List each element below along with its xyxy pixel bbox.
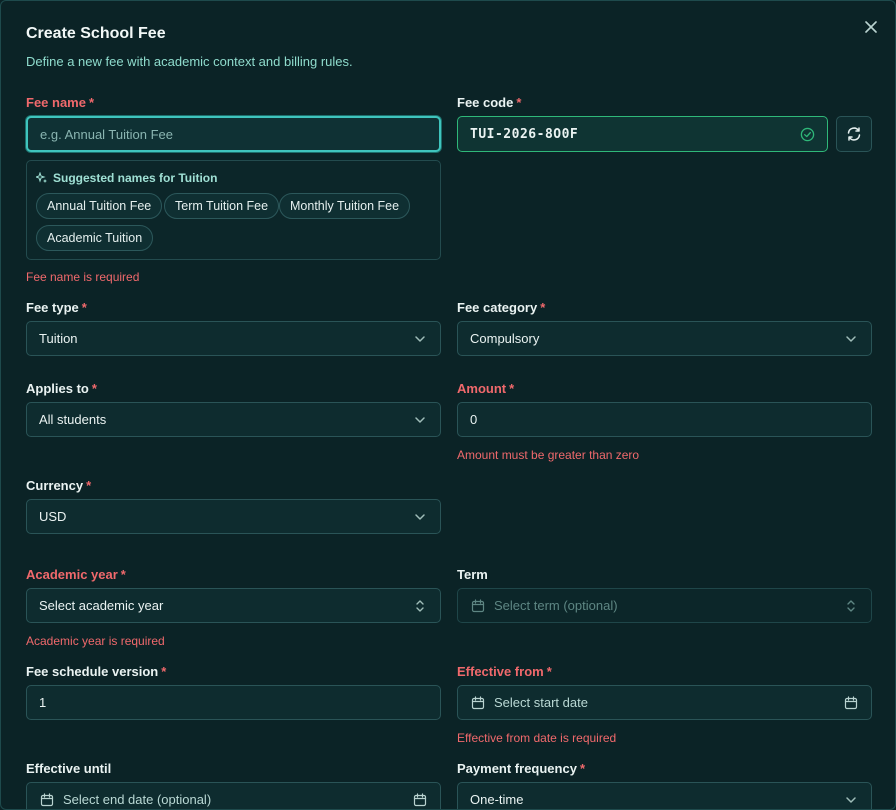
fee-category-select[interactable]: Compulsory (457, 321, 872, 356)
academic-year-label: Academic year * (26, 567, 126, 582)
fee-code-label: Fee code * (457, 95, 522, 110)
suggestion-chip[interactable]: Academic Tuition (36, 225, 154, 251)
chevron-down-icon (412, 509, 428, 525)
applies-to-select[interactable]: All students (26, 402, 441, 437)
fee-name-error: Fee name is required (26, 270, 140, 284)
effective-until-datepicker[interactable]: Select end date (optional) (26, 782, 441, 809)
currency-select[interactable]: USD (26, 499, 441, 534)
amount-label: Amount * (457, 381, 515, 396)
calendar-icon (843, 695, 859, 711)
calendar-icon (470, 695, 486, 711)
sparkles-icon (36, 172, 48, 184)
close-button[interactable] (859, 15, 883, 39)
chevron-down-icon (843, 792, 859, 808)
effective-until-label: Effective until (26, 761, 112, 776)
fee-name-input[interactable]: e.g. Annual Tuition Fee (26, 116, 441, 152)
chevron-down-icon (843, 331, 859, 347)
payment-frequency-label: Payment frequency * (457, 761, 585, 776)
suggestion-chip[interactable]: Annual Tuition Fee (36, 193, 163, 219)
effective-from-error: Effective from date is required (457, 731, 617, 745)
academic-year-select[interactable]: Select academic year (26, 588, 441, 623)
dialog-subtitle: Define a new fee with academic context a… (26, 54, 353, 69)
create-fee-dialog: Create School Fee Define a new fee with … (0, 0, 896, 810)
academic-year-error: Academic year is required (26, 634, 165, 648)
fee-category-label: Fee category * (457, 300, 546, 315)
suggestions-heading: Suggested names for Tuition (36, 171, 217, 185)
applies-to-label: Applies to * (26, 381, 97, 396)
suggestion-chip[interactable]: Monthly Tuition Fee (279, 193, 411, 219)
fee-type-label: Fee type * (26, 300, 87, 315)
effective-from-datepicker[interactable]: Select start date (457, 685, 872, 720)
amount-input[interactable]: 0 (457, 402, 872, 437)
payment-frequency-select[interactable]: One-time (457, 782, 872, 809)
fee-type-select[interactable]: Tuition (26, 321, 441, 356)
term-select[interactable]: Select term (optional) (457, 588, 872, 623)
refresh-icon (847, 127, 861, 141)
calendar-icon (39, 792, 55, 808)
suggestion-chip[interactable]: Term Tuition Fee (164, 193, 280, 219)
regenerate-code-button[interactable] (836, 116, 872, 152)
check-circle-icon (799, 126, 815, 142)
name-suggestions-panel: Suggested names for Tuition Annual Tuiti… (26, 160, 441, 260)
chevrons-up-down-icon (412, 598, 428, 614)
dialog-title: Create School Fee (26, 25, 166, 42)
chevron-down-icon (412, 331, 428, 347)
schedule-version-input[interactable]: 1 (26, 685, 441, 720)
chevron-down-icon (412, 412, 428, 428)
calendar-icon (412, 792, 428, 808)
close-icon (865, 21, 877, 33)
currency-label: Currency * (26, 478, 92, 493)
fee-name-label: Fee name * (26, 95, 95, 110)
effective-from-label: Effective from * (457, 664, 552, 679)
chevrons-up-down-icon (843, 598, 859, 614)
term-label: Term (457, 567, 488, 582)
schedule-version-label: Fee schedule version * (26, 664, 167, 679)
amount-error: Amount must be greater than zero (457, 448, 640, 462)
fee-code-input[interactable]: TUI-2026-8O0F (457, 116, 828, 152)
calendar-icon (470, 598, 486, 614)
